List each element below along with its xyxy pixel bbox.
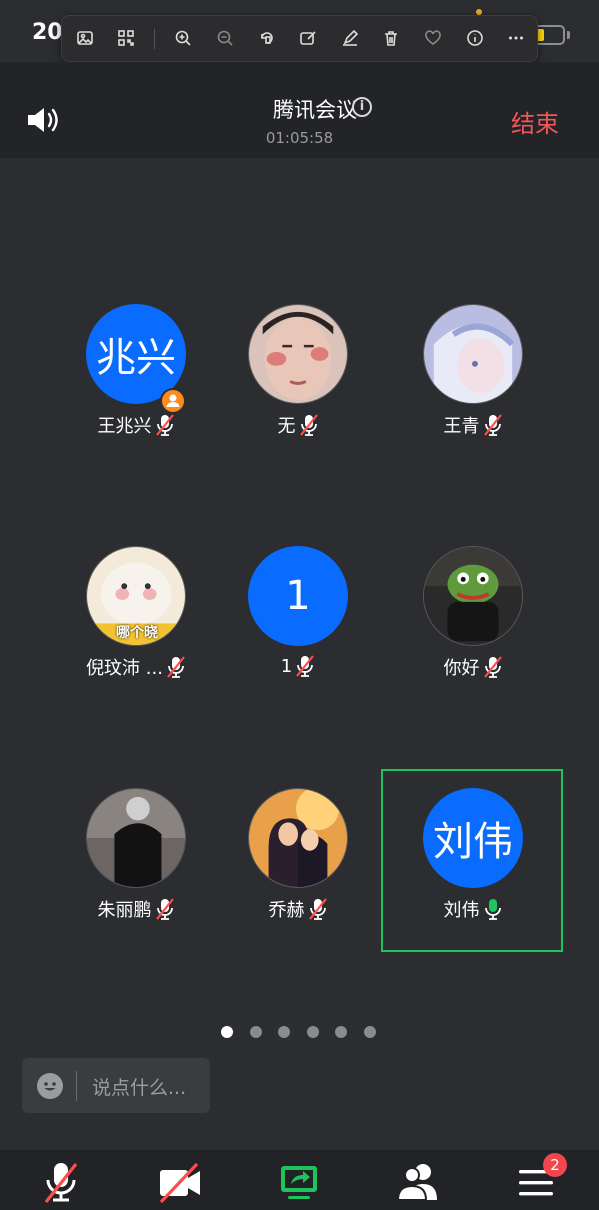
- meeting-info-icon[interactable]: i: [352, 97, 372, 117]
- page-dot[interactable]: [307, 1026, 319, 1038]
- toolbar-separator: [154, 29, 155, 49]
- participant-photo-avatar: [86, 788, 186, 888]
- share-screen-button[interactable]: [278, 1160, 320, 1204]
- participant-avatar: 1: [248, 546, 348, 646]
- avatar-caption: 哪个晓: [116, 625, 158, 641]
- page-dot-active[interactable]: [221, 1026, 233, 1038]
- participant-name: 乔赫: [268, 900, 305, 921]
- camera-off-icon: [159, 1162, 200, 1204]
- mic-off-icon: [44, 1163, 78, 1203]
- favorite-heart-icon[interactable]: [418, 23, 448, 53]
- mic-muted-icon: [483, 655, 503, 679]
- delete-icon[interactable]: [376, 23, 406, 53]
- mic-muted-icon: [166, 655, 186, 679]
- edit-image-icon[interactable]: [293, 23, 323, 53]
- participant-tile[interactable]: 朱丽鹏: [49, 788, 223, 938]
- mic-speaking-icon: [483, 897, 503, 921]
- camera-button[interactable]: [157, 1160, 203, 1204]
- mic-muted-icon: [155, 897, 175, 921]
- participant-avatar: 刘伟: [423, 788, 523, 888]
- participant-tile[interactable]: 兆兴 王兆兴: [49, 304, 223, 454]
- participant-tile-active-speaker[interactable]: 刘伟 刘伟: [386, 788, 560, 938]
- participant-name: 1: [280, 655, 293, 677]
- participant-photo-avatar: [248, 788, 348, 888]
- participant-tile[interactable]: 1 1: [211, 546, 385, 696]
- participant-name: 无: [277, 416, 296, 437]
- share-screen-icon: [281, 1166, 317, 1199]
- participant-photo-avatar: [248, 304, 348, 404]
- participant-name: 你好: [443, 658, 480, 679]
- page-dot[interactable]: [250, 1026, 262, 1038]
- participant-photo-avatar: [423, 546, 523, 646]
- chat-divider: [76, 1071, 77, 1101]
- rotate-icon[interactable]: [252, 23, 282, 53]
- status-bar-time: 20: [32, 20, 63, 45]
- participant-name: 朱丽鹏: [97, 900, 152, 921]
- mic-muted-icon: [483, 413, 503, 437]
- page-dot[interactable]: [278, 1026, 290, 1038]
- info-icon[interactable]: [460, 23, 490, 53]
- participant-photo-avatar: 哪个晓: [86, 546, 186, 646]
- participant-tile[interactable]: 你好: [386, 546, 560, 696]
- participant-name: 刘伟: [443, 900, 480, 921]
- mic-muted-icon: [299, 413, 319, 437]
- participant-name: 王兆兴: [97, 416, 152, 437]
- zoom-out-icon[interactable]: [210, 23, 240, 53]
- page-dot[interactable]: [335, 1026, 347, 1038]
- participant-tile[interactable]: 哪个晓 倪玟沛 ...: [49, 546, 223, 696]
- participant-tile[interactable]: 乔赫: [211, 788, 385, 938]
- mic-muted-icon: [295, 654, 315, 678]
- qr-scan-icon[interactable]: [111, 23, 141, 53]
- participant-name: 王青: [443, 416, 480, 437]
- participant-tile[interactable]: 无: [211, 304, 385, 454]
- image-icon[interactable]: [70, 23, 100, 53]
- participants-button[interactable]: [395, 1160, 441, 1204]
- mute-mic-button[interactable]: [40, 1160, 82, 1204]
- host-badge-icon: [160, 388, 186, 414]
- image-viewer-toolbar: [61, 15, 538, 62]
- mic-muted-icon: [308, 897, 328, 921]
- participant-photo-avatar: [423, 304, 523, 404]
- participant-name: 倪玟沛 ...: [86, 658, 163, 679]
- more-options-icon[interactable]: [501, 23, 531, 53]
- participant-tile[interactable]: 王青: [386, 304, 560, 454]
- participants-icon: [396, 1164, 437, 1201]
- emoji-icon[interactable]: [37, 1073, 63, 1099]
- end-meeting-button[interactable]: 结束: [500, 104, 570, 139]
- notification-badge: 2: [543, 1153, 567, 1177]
- chat-placeholder: 说点什么...: [92, 1077, 187, 1099]
- page-dot[interactable]: [364, 1026, 376, 1038]
- zoom-in-icon[interactable]: [168, 23, 198, 53]
- battery-tip: [567, 31, 570, 39]
- annotate-pen-icon[interactable]: [335, 23, 365, 53]
- mic-muted-icon: [155, 413, 175, 437]
